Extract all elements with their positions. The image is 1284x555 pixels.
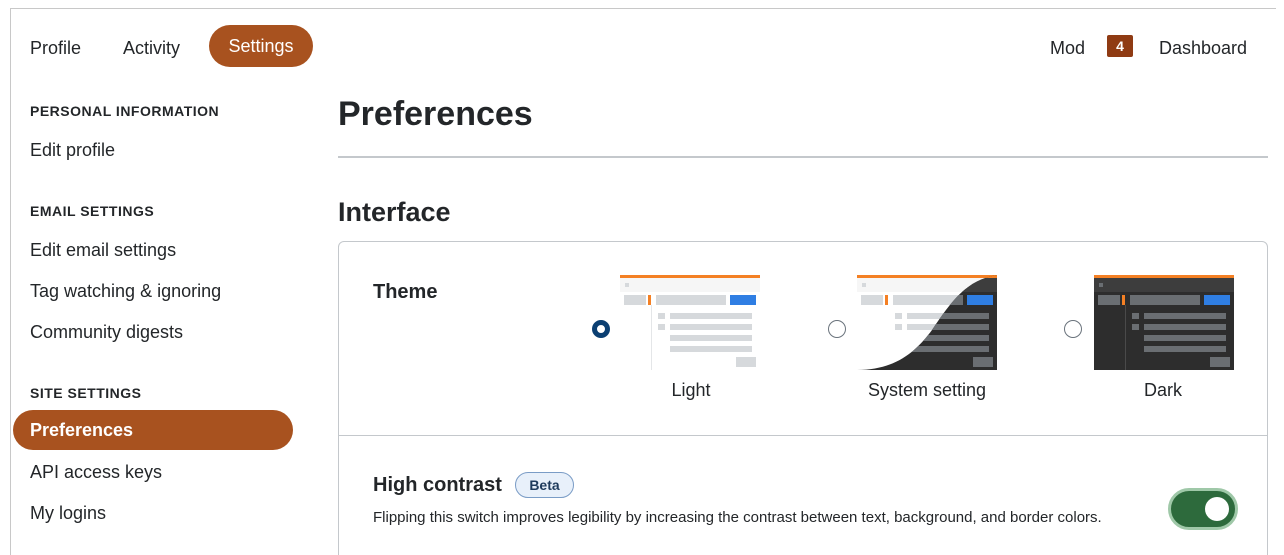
mod-count-badge[interactable]: 4: [1107, 35, 1133, 57]
nav-profile[interactable]: Profile: [30, 38, 81, 59]
sidebar-item-edit-profile[interactable]: Edit profile: [30, 140, 115, 161]
nav-activity[interactable]: Activity: [123, 38, 180, 59]
title-divider: [338, 156, 1268, 158]
high-contrast-toggle[interactable]: [1168, 488, 1238, 530]
system-theme-preview-icon[interactable]: [857, 275, 997, 370]
site-settings-heading: SITE SETTINGS: [30, 385, 142, 401]
beta-badge: Beta: [515, 472, 574, 498]
sidebar-item-api-keys[interactable]: API access keys: [30, 462, 162, 483]
section-title: Interface: [338, 197, 451, 227]
nav-dashboard[interactable]: Dashboard: [1159, 38, 1247, 59]
theme-system-radio[interactable]: [828, 320, 846, 338]
theme-dark-radio[interactable]: [1064, 320, 1082, 338]
theme-system-label[interactable]: System setting: [827, 380, 1027, 401]
sidebar-item-preferences[interactable]: Preferences: [13, 410, 293, 450]
theme-dark-label[interactable]: Dark: [1063, 380, 1263, 401]
theme-light-radio[interactable]: [592, 320, 610, 338]
light-theme-preview-icon[interactable]: [620, 275, 760, 370]
toggle-knob: [1205, 497, 1229, 521]
page-title: Preferences: [338, 95, 533, 133]
sidebar-item-tag-watching[interactable]: Tag watching & ignoring: [30, 281, 221, 302]
theme-label: Theme: [373, 281, 438, 303]
high-contrast-description: Flipping this switch improves legibility…: [373, 509, 1102, 526]
personal-info-heading: PERSONAL INFORMATION: [30, 103, 220, 119]
nav-mod[interactable]: Mod: [1050, 38, 1085, 59]
sidebar-item-edit-email[interactable]: Edit email settings: [30, 240, 176, 261]
sidebar-item-community-digests[interactable]: Community digests: [30, 322, 183, 343]
dark-theme-preview-icon[interactable]: [1094, 275, 1234, 370]
email-settings-heading: EMAIL SETTINGS: [30, 203, 155, 219]
theme-light-label[interactable]: Light: [591, 380, 791, 401]
sidebar-item-my-logins[interactable]: My logins: [30, 503, 106, 524]
high-contrast-label: High contrast: [373, 474, 502, 496]
nav-settings-tab[interactable]: Settings: [209, 25, 313, 67]
card-divider: [339, 435, 1267, 436]
